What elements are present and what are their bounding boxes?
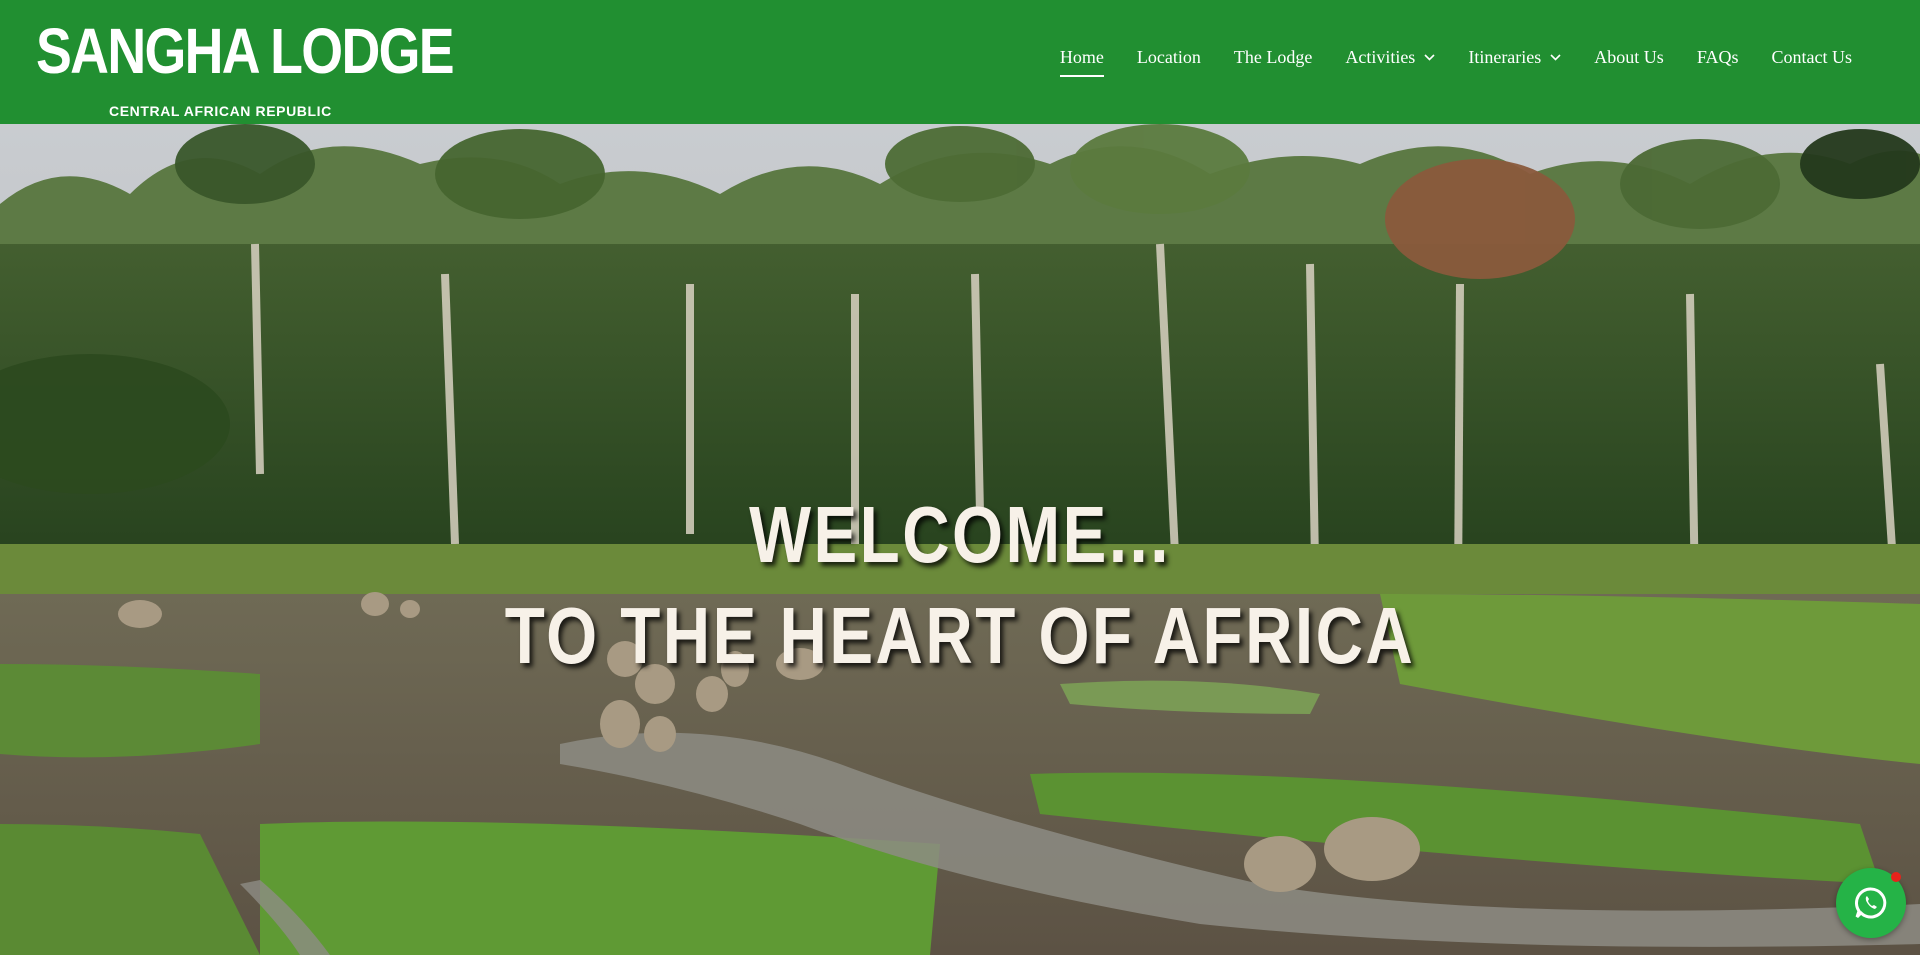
- chevron-down-icon: [1424, 53, 1435, 61]
- nav-item-the-lodge[interactable]: The Lodge: [1234, 40, 1312, 74]
- site-logo[interactable]: SANGHA LODGE CENTRAL AFRICAN REPUBLIC: [36, 18, 455, 119]
- nav-item-label: FAQs: [1696, 47, 1739, 67]
- nav-item-label: About Us: [1594, 47, 1664, 67]
- nav-item-location[interactable]: Location: [1137, 40, 1201, 74]
- nav-item-home[interactable]: Home: [1059, 40, 1104, 77]
- hero-headline-line-1: WELCOME...: [749, 490, 1171, 580]
- nav-item-contact-us[interactable]: Contact Us: [1772, 40, 1853, 74]
- nav-item-label: Contact Us: [1771, 47, 1853, 67]
- whatsapp-icon: [1855, 887, 1887, 919]
- hero-headline: WELCOME... TO THE HEART OF AFRICA: [173, 488, 1747, 690]
- chevron-down-icon: [1550, 53, 1561, 61]
- nav-item-label: Activities: [1345, 47, 1416, 67]
- nav-item-activities[interactable]: Activities: [1345, 40, 1435, 74]
- site-header: SANGHA LODGE CENTRAL AFRICAN REPUBLIC Ho…: [0, 0, 1920, 124]
- notification-badge: [1891, 872, 1901, 882]
- nav-item-label: Location: [1136, 47, 1201, 67]
- hero-headline-line-2: TO THE HEART OF AFRICA: [504, 591, 1416, 681]
- nav-item-label: Itineraries: [1468, 47, 1542, 67]
- logo-title: SANGHA LODGE: [36, 15, 455, 87]
- nav-item-label: The Lodge: [1233, 47, 1313, 67]
- logo-tagline: CENTRAL AFRICAN REPUBLIC: [109, 103, 332, 119]
- nav-item-about-us[interactable]: About Us: [1594, 40, 1664, 74]
- nav-item-faqs[interactable]: FAQs: [1697, 40, 1739, 74]
- hero-banner: WELCOME... TO THE HEART OF AFRICA: [0, 124, 1920, 955]
- whatsapp-chat-button[interactable]: [1836, 868, 1906, 938]
- nav-item-itineraries[interactable]: Itineraries: [1468, 40, 1561, 74]
- nav-item-label: Home: [1059, 47, 1104, 67]
- main-nav: Home Location The Lodge Activities Itine…: [1059, 40, 1853, 77]
